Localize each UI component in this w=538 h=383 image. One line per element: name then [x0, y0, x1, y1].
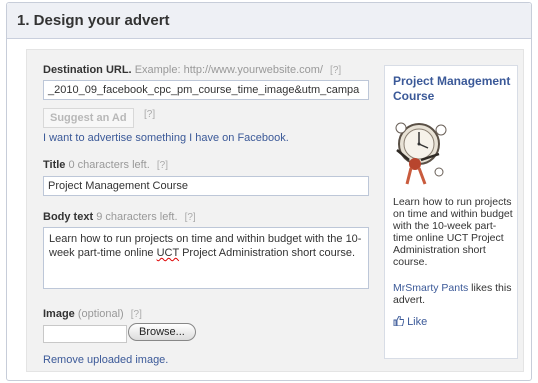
image-help[interactable]: [?]: [131, 309, 142, 320]
title-hint: 0 characters left.: [68, 159, 150, 171]
destination-url-label-text: Destination URL.: [43, 64, 132, 76]
remove-image-link[interactable]: Remove uploaded image.: [43, 354, 168, 366]
advert-form-panel: Destination URL. Example: http://www.you…: [26, 49, 524, 372]
image-label-text: Image: [43, 308, 75, 320]
ad-preview: Project Management Course Learn how to r…: [384, 65, 518, 359]
image-file-field[interactable]: [43, 325, 127, 343]
body-text-value-end: Project Administration short course.: [179, 247, 356, 259]
thumbs-up-icon: [393, 315, 405, 327]
preview-like-label: Like: [407, 316, 428, 328]
suggest-ad-help[interactable]: [?]: [144, 109, 155, 120]
title-value: Project Management Course: [48, 180, 189, 192]
destination-url-input[interactable]: _2010_09_facebook_cpc_pm_course_time_ima…: [43, 80, 369, 100]
destination-url-hint: Example: http://www.yourwebsite.com/: [134, 64, 323, 76]
image-hint: (optional): [77, 308, 124, 320]
title-help[interactable]: [?]: [157, 160, 168, 171]
title-label-text: Title: [43, 159, 66, 171]
preview-title[interactable]: Project Management Course: [393, 74, 513, 104]
body-text-hint: 9 characters left.: [96, 211, 178, 223]
preview-social-context: MrSmarty Pants likes this advert.: [393, 282, 515, 306]
body-text-misspelled-word: UCT: [156, 247, 180, 259]
section-header: 1. Design your advert: [7, 3, 531, 39]
body-text-help[interactable]: [?]: [185, 212, 196, 223]
suggest-ad-button[interactable]: Suggest an Ad: [43, 108, 134, 128]
image-label: Image (optional) [?]: [43, 308, 142, 320]
destination-url-label: Destination URL. Example: http://www.you…: [43, 64, 341, 76]
preview-social-name[interactable]: MrSmarty Pants: [393, 282, 468, 294]
destination-url-value: _2010_09_facebook_cpc_pm_course_time_ima…: [48, 84, 360, 96]
design-advert-section: 1. Design your advert Destination URL. E…: [6, 2, 532, 381]
preview-like-button[interactable]: Like: [393, 315, 428, 328]
preview-body-text: Learn how to run projects on time and wi…: [393, 196, 513, 268]
browse-button[interactable]: Browse...: [128, 323, 196, 341]
title-label: Title 0 characters left. [?]: [43, 159, 168, 171]
body-text-label-text: Body text: [43, 211, 94, 223]
body-text-textarea[interactable]: Learn how to run projects on time and wi…: [43, 227, 369, 289]
section-title: 1. Design your advert: [17, 12, 170, 29]
destination-url-help[interactable]: [?]: [330, 65, 341, 76]
advertise-facebook-link[interactable]: I want to advertise something I have on …: [43, 132, 289, 144]
title-input[interactable]: Project Management Course: [43, 176, 369, 196]
body-text-label: Body text 9 characters left. [?]: [43, 211, 196, 223]
clock-juggler-image[interactable]: [393, 112, 449, 190]
